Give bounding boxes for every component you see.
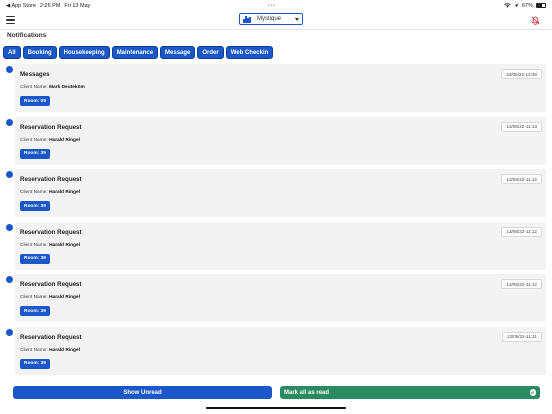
notification-item[interactable]: Reservation Request Client Name: Harald R… xyxy=(15,221,546,270)
chevron-down-icon xyxy=(295,17,299,21)
notification-date: 13/05/22-11:12 xyxy=(501,279,542,289)
unread-dot-icon xyxy=(6,276,13,283)
mark-all-read-label: Mark all as read xyxy=(284,389,330,396)
notification-title: Reservation Request xyxy=(20,228,82,236)
wifi-icon xyxy=(504,3,511,8)
back-to-app-store[interactable]: ◀ App Store xyxy=(6,3,36,9)
client-label: Client Name: xyxy=(20,295,50,300)
client-name: Client Name: Harald Ringel xyxy=(20,295,80,300)
hotel-name: Mystique xyxy=(257,16,282,22)
notification-item[interactable]: Reservation Request Client Name: Harald R… xyxy=(15,116,546,165)
room-badge[interactable]: Room: 39 xyxy=(20,201,50,211)
home-indicator[interactable] xyxy=(206,407,346,409)
client-label: Client Name: xyxy=(20,242,50,248)
notification-date: 13/05/22-11:12 xyxy=(501,226,542,237)
hotel-selector[interactable]: Mystique xyxy=(239,13,303,25)
client-value: Harald Ringel xyxy=(49,190,80,195)
tab-housekeeping[interactable]: Housekeeping xyxy=(58,46,110,59)
app-header: Mystique xyxy=(0,11,552,29)
client-value: Harald Ringel xyxy=(49,137,80,143)
room-badge[interactable]: Room: 39 xyxy=(20,148,50,159)
client-name: Client Name: Harald Ringel xyxy=(20,138,80,143)
header-divider xyxy=(0,29,552,30)
status-date: Fri 13 May xyxy=(64,2,91,9)
tab-order[interactable]: Order xyxy=(197,46,224,59)
hamburger-icon[interactable] xyxy=(6,16,15,24)
room-badge[interactable]: Room: 09 xyxy=(20,96,50,106)
hotel-icon xyxy=(243,15,251,23)
client-name: Client Name: Harald Ringel xyxy=(20,243,80,248)
battery-percentage: 67% xyxy=(521,2,533,9)
tab-message[interactable]: Message xyxy=(160,46,196,59)
client-label: Client Name: xyxy=(20,190,50,195)
notification-item[interactable]: Reservation Request Client Name: Harald R… xyxy=(15,326,546,375)
client-label: Client Name: xyxy=(20,347,50,353)
client-value: Harald Ringel xyxy=(49,242,80,248)
notification-item[interactable]: Reservation Request Client Name: Harald R… xyxy=(15,274,546,322)
client-name: Client Name: Harald Ringel xyxy=(20,348,80,353)
room-badge[interactable]: Room: 39 xyxy=(20,358,50,369)
status-bar: ◀ App Store 2:26 PM Fri 13 May ••• 67% xyxy=(0,0,552,11)
filter-tabs: All Booking Housekeeping Maintenance Message… xyxy=(3,46,274,59)
notification-item[interactable]: Reservation Request Client Name: Harald R… xyxy=(15,169,546,217)
notification-title: Reservation Request xyxy=(20,333,82,341)
client-label: Client Name: xyxy=(20,137,50,143)
room-badge[interactable]: Room: 39 xyxy=(20,253,50,264)
battery-icon xyxy=(536,3,546,8)
status-time: 2:26 PM xyxy=(39,2,61,9)
tab-maintenance[interactable]: Maintenance xyxy=(111,46,159,59)
client-value: Mark Deuteköm xyxy=(49,85,85,90)
mark-all-read-button[interactable]: Mark all as read xyxy=(280,386,540,399)
client-label: Client Name: xyxy=(20,85,50,90)
client-name: Client Name: Mark Deuteköm xyxy=(20,85,85,90)
client-value: Harald Ringel xyxy=(49,347,80,353)
tab-all[interactable]: All xyxy=(3,46,21,59)
notification-title: Reservation Request xyxy=(20,281,82,288)
notification-list[interactable]: Messages Client Name: Mark Deuteköm Room: … xyxy=(0,63,552,381)
unread-dot-icon xyxy=(6,171,13,178)
notification-item[interactable]: Messages Client Name: Mark Deuteköm Room: … xyxy=(15,64,546,112)
page-title: Notifications xyxy=(7,32,47,39)
notification-title: Reservation Request xyxy=(20,176,82,183)
unread-dot-icon xyxy=(6,328,13,336)
multitask-dots-icon[interactable]: ••• xyxy=(268,3,276,9)
notification-date: 13/05/22-11:12 xyxy=(501,174,542,184)
show-unread-button[interactable]: Show Unread xyxy=(13,386,272,399)
unread-dot-icon xyxy=(6,118,13,126)
tab-web-checkin[interactable]: Web Checkin xyxy=(225,46,274,59)
notification-date: 13/05/22-11:11 xyxy=(501,331,542,342)
room-badge[interactable]: Room: 39 xyxy=(20,306,50,316)
client-name: Client Name: Harald Ringel xyxy=(20,190,80,195)
unread-dot-icon xyxy=(6,66,13,73)
notification-date: 13/05/22-13:48 xyxy=(501,69,542,79)
location-icon xyxy=(514,3,519,8)
unread-dot-icon xyxy=(6,223,13,231)
client-value: Harald Ringel xyxy=(49,295,80,300)
notification-bell-icon[interactable] xyxy=(531,16,540,25)
notification-title: Messages xyxy=(20,71,50,78)
check-circle-icon xyxy=(529,389,536,396)
notification-date: 13/05/22-11:13 xyxy=(501,121,542,132)
tab-booking[interactable]: Booking xyxy=(22,46,57,59)
notification-title: Reservation Request xyxy=(20,123,82,131)
